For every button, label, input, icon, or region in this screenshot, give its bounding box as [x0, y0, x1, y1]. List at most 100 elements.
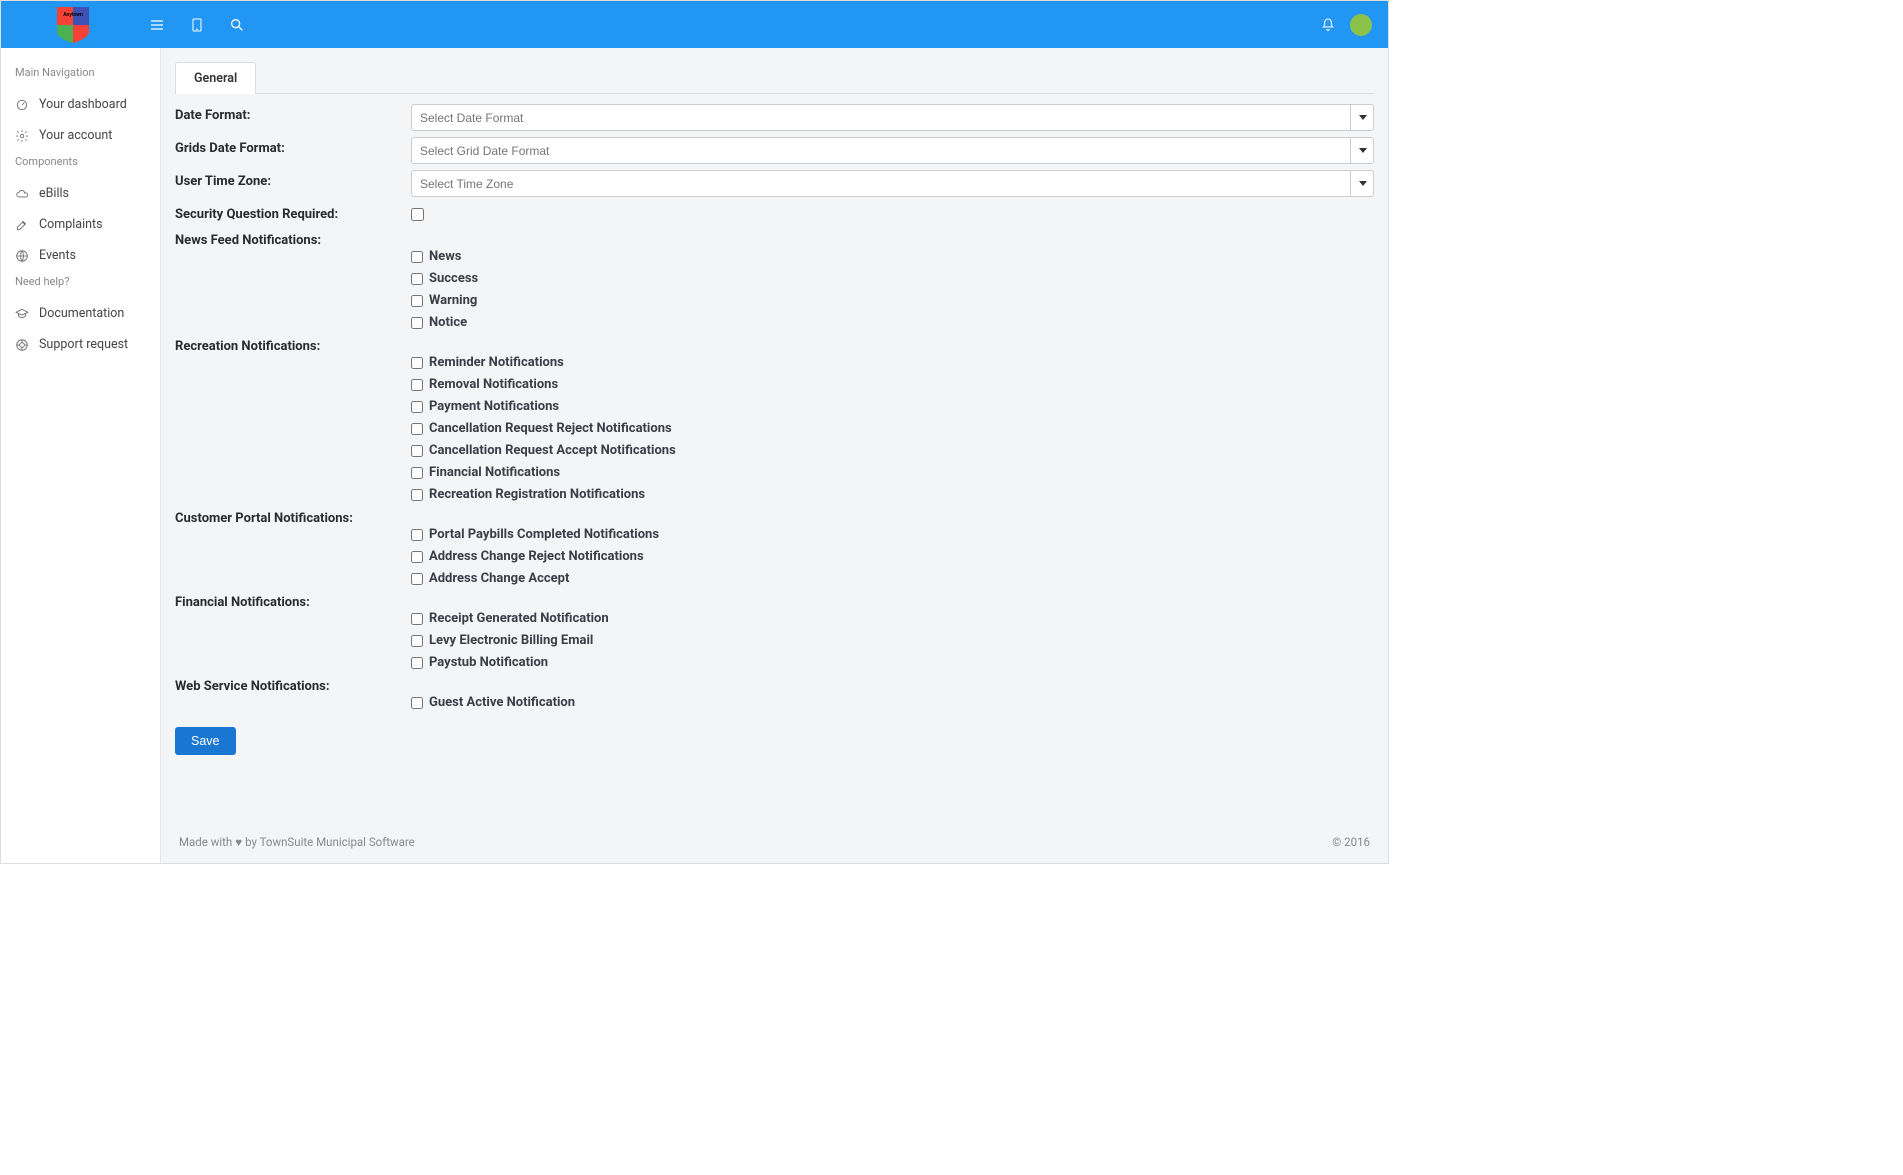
search-icon[interactable] — [229, 17, 245, 33]
checkbox-row: Success — [411, 271, 1374, 286]
notification-checkbox-label: Success — [429, 271, 478, 286]
checkbox-row: Levy Electronic Billing Email — [411, 633, 1374, 648]
date-format-dropdown[interactable] — [411, 104, 1374, 131]
chevron-down-icon[interactable] — [1350, 137, 1374, 164]
user-time-zone-input[interactable] — [411, 170, 1374, 197]
notification-checkbox-label: Cancellation Request Reject Notification… — [429, 421, 672, 436]
gear-icon — [15, 129, 29, 143]
grid-date-format-input[interactable] — [411, 137, 1374, 164]
notification-group-title: Web Service Notifications: — [175, 677, 411, 717]
tab-general[interactable]: General — [175, 62, 256, 94]
notification-checkbox-label: Notice — [429, 315, 467, 330]
notification-group-list: Receipt Generated Notification Levy Elect… — [411, 593, 1374, 677]
footer-prefix: Made with — [179, 835, 232, 849]
notification-checkbox-label: Portal Paybills Completed Notifications — [429, 527, 659, 542]
notification-checkbox[interactable] — [411, 273, 423, 285]
sidebar-item-dashboard[interactable]: Your dashboard — [1, 89, 160, 120]
notifications-icon[interactable] — [1320, 17, 1336, 33]
sidebar: Main NavigationYour dashboardYour accoun… — [1, 48, 161, 863]
grid-date-format-dropdown[interactable] — [411, 137, 1374, 164]
notification-checkbox[interactable] — [411, 357, 423, 369]
footer-copyright: © 2016 — [1332, 835, 1370, 849]
notification-checkbox[interactable] — [411, 613, 423, 625]
sidebar-item-label: Your account — [39, 128, 112, 143]
checkbox-row: News — [411, 249, 1374, 264]
notification-checkbox[interactable] — [411, 657, 423, 669]
sidebar-item-ebills[interactable]: eBills — [1, 178, 160, 209]
security-question-checkbox[interactable] — [411, 208, 424, 221]
checkbox-row: Portal Paybills Completed Notifications — [411, 527, 1374, 542]
notification-checkbox-label: Payment Notifications — [429, 399, 559, 414]
date-format-input[interactable] — [411, 104, 1374, 131]
sidebar-item-support[interactable]: Support request — [1, 329, 160, 360]
notification-checkbox[interactable] — [411, 467, 423, 479]
notification-checkbox-label: Receipt Generated Notification — [429, 611, 609, 626]
notification-checkbox[interactable] — [411, 445, 423, 457]
sidebar-item-label: eBills — [39, 186, 69, 201]
security-question-label: Security Question Required: — [175, 203, 411, 222]
sidebar-item-complaints[interactable]: Complaints — [1, 209, 160, 240]
heart-icon: ♥ — [235, 835, 242, 849]
notification-checkbox[interactable] — [411, 635, 423, 647]
chevron-down-icon[interactable] — [1350, 104, 1374, 131]
notification-checkbox-label: Address Change Accept — [429, 571, 569, 586]
checkbox-row: Recreation Registration Notifications — [411, 487, 1374, 502]
notification-checkbox-label: Financial Notifications — [429, 465, 560, 480]
checkbox-row: Guest Active Notification — [411, 695, 1374, 710]
checkbox-row: Financial Notifications — [411, 465, 1374, 480]
notification-checkbox[interactable] — [411, 573, 423, 585]
checkbox-row: Notice — [411, 315, 1374, 330]
notification-checkbox[interactable] — [411, 401, 423, 413]
tablet-icon[interactable] — [189, 17, 205, 33]
sidebar-section-title: Components — [1, 151, 160, 178]
app-logo-shield: Anytown — [57, 7, 89, 43]
notification-checkbox[interactable] — [411, 697, 423, 709]
notification-checkbox-label: Recreation Registration Notifications — [429, 487, 645, 502]
sidebar-section-title: Need help? — [1, 271, 160, 298]
checkbox-row: Address Change Reject Notifications — [411, 549, 1374, 564]
notification-checkbox[interactable] — [411, 251, 423, 263]
edit-icon — [15, 218, 29, 232]
grid-date-format-label: Grids Date Format: — [175, 137, 411, 156]
user-time-zone-dropdown[interactable] — [411, 170, 1374, 197]
user-time-zone-label: User Time Zone: — [175, 170, 411, 189]
menu-icon[interactable] — [149, 17, 165, 33]
sidebar-item-documentation[interactable]: Documentation — [1, 298, 160, 329]
notification-checkbox[interactable] — [411, 317, 423, 329]
sidebar-item-account[interactable]: Your account — [1, 120, 160, 151]
notification-checkbox[interactable] — [411, 529, 423, 541]
notification-group-list: Portal Paybills Completed Notifications A… — [411, 509, 1374, 593]
checkbox-row: Removal Notifications — [411, 377, 1374, 392]
checkbox-row: Payment Notifications — [411, 399, 1374, 414]
notification-checkbox[interactable] — [411, 423, 423, 435]
tabs: General — [175, 62, 1374, 94]
chevron-down-icon[interactable] — [1350, 170, 1374, 197]
save-button[interactable]: Save — [175, 727, 236, 755]
user-avatar[interactable] — [1350, 14, 1372, 36]
checkbox-row: Receipt Generated Notification — [411, 611, 1374, 626]
life-icon — [15, 338, 29, 352]
notification-checkbox-label: News — [429, 249, 461, 264]
date-format-label: Date Format: — [175, 104, 411, 123]
sidebar-item-events[interactable]: Events — [1, 240, 160, 271]
svg-text:Anytown: Anytown — [63, 12, 83, 18]
checkbox-row: Reminder Notifications — [411, 355, 1374, 370]
notification-checkbox[interactable] — [411, 489, 423, 501]
checkbox-row: Cancellation Request Accept Notification… — [411, 443, 1374, 458]
checkbox-row: Paystub Notification — [411, 655, 1374, 670]
notification-checkbox-label: Paystub Notification — [429, 655, 548, 670]
cloud-icon — [15, 187, 29, 201]
notification-checkbox-label: Reminder Notifications — [429, 355, 564, 370]
notification-checkbox[interactable] — [411, 295, 423, 307]
notification-checkbox[interactable] — [411, 551, 423, 563]
notification-checkbox[interactable] — [411, 379, 423, 391]
notification-group-title: Financial Notifications: — [175, 593, 411, 677]
sidebar-item-label: Your dashboard — [39, 97, 127, 112]
sidebar-item-label: Documentation — [39, 306, 124, 321]
notification-checkbox-label: Guest Active Notification — [429, 695, 575, 710]
gauge-icon — [15, 98, 29, 112]
grad-icon — [15, 307, 29, 321]
notification-group-list: Reminder Notifications Removal Notificati… — [411, 337, 1374, 509]
sidebar-item-label: Complaints — [39, 217, 103, 232]
checkbox-row: Warning — [411, 293, 1374, 308]
